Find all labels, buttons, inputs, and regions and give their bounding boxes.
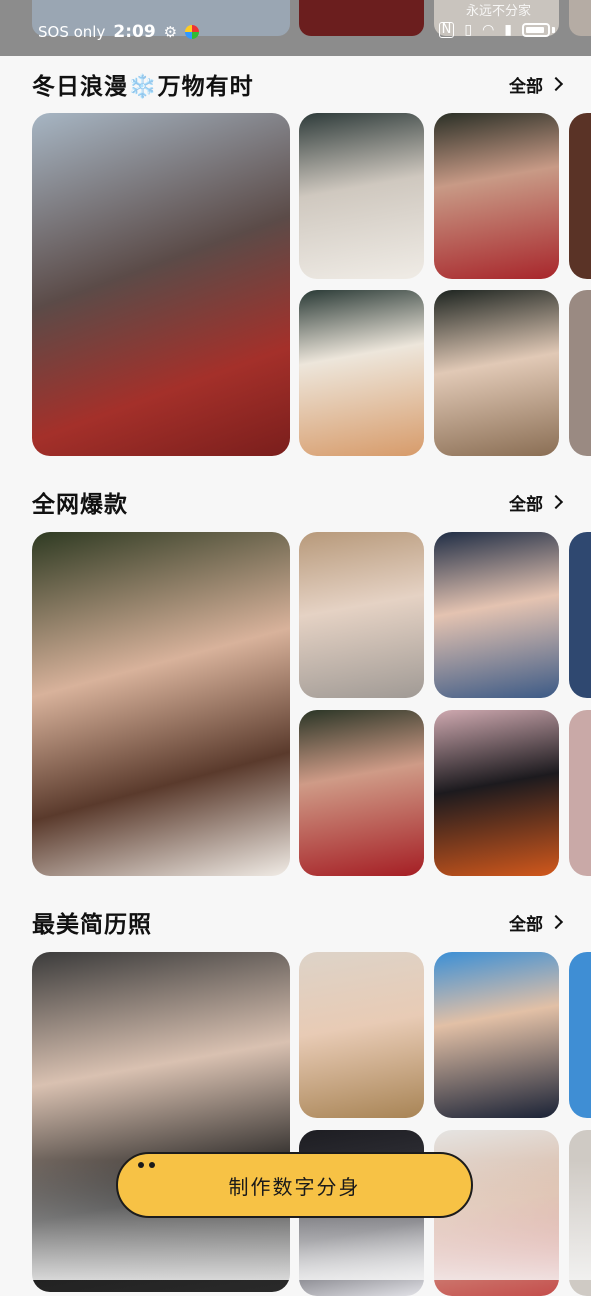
section-title: 冬日浪漫❄️万物有时 bbox=[32, 74, 254, 100]
mascot-eyes-icon bbox=[138, 1162, 155, 1168]
app-icon bbox=[185, 25, 200, 39]
template-card[interactable] bbox=[299, 710, 424, 876]
clock: 2:09 bbox=[113, 22, 156, 42]
template-card[interactable] bbox=[434, 113, 559, 279]
carrier-text: SOS only bbox=[38, 23, 106, 41]
section-title: 全网爆款 bbox=[32, 492, 128, 518]
template-card[interactable] bbox=[569, 113, 591, 279]
chevron-right-icon bbox=[548, 76, 564, 92]
template-card-large[interactable] bbox=[32, 532, 290, 876]
see-all-link[interactable]: 全部 bbox=[509, 910, 564, 935]
template-card[interactable] bbox=[434, 290, 559, 456]
template-card[interactable] bbox=[569, 532, 591, 698]
chevron-right-icon bbox=[548, 914, 564, 930]
vibrate-icon: ▯ bbox=[464, 22, 473, 38]
nfc-icon: N bbox=[438, 22, 455, 38]
section-title: 最美简历照 bbox=[32, 912, 152, 938]
see-all-link[interactable]: 全部 bbox=[509, 72, 564, 97]
template-card[interactable] bbox=[434, 952, 559, 1118]
battery-icon bbox=[522, 23, 550, 37]
see-all-link[interactable]: 全部 bbox=[509, 490, 564, 515]
template-card[interactable] bbox=[569, 952, 591, 1118]
template-card[interactable] bbox=[434, 532, 559, 698]
template-card[interactable] bbox=[299, 290, 424, 456]
create-digital-avatar-button[interactable]: 制作数字分身 bbox=[116, 1152, 473, 1218]
template-card[interactable] bbox=[569, 290, 591, 456]
template-card[interactable] bbox=[299, 113, 424, 279]
template-card[interactable] bbox=[569, 710, 591, 876]
template-card[interactable] bbox=[299, 952, 424, 1118]
status-bar: 永远不分家 SOS only 2:09 ⚙ N ▯ ◠ ▮ bbox=[0, 0, 591, 56]
wifi-icon: ◠ bbox=[482, 22, 495, 38]
template-card[interactable] bbox=[569, 1130, 591, 1296]
template-card[interactable] bbox=[299, 532, 424, 698]
chevron-right-icon bbox=[548, 494, 564, 510]
template-card[interactable] bbox=[434, 710, 559, 876]
watermark-text: 永远不分家 bbox=[465, 4, 531, 19]
template-card-large[interactable] bbox=[32, 952, 290, 1292]
signal-icon: ▮ bbox=[504, 22, 512, 38]
template-card-large[interactable] bbox=[32, 113, 290, 456]
gear-icon: ⚙ bbox=[163, 23, 178, 41]
